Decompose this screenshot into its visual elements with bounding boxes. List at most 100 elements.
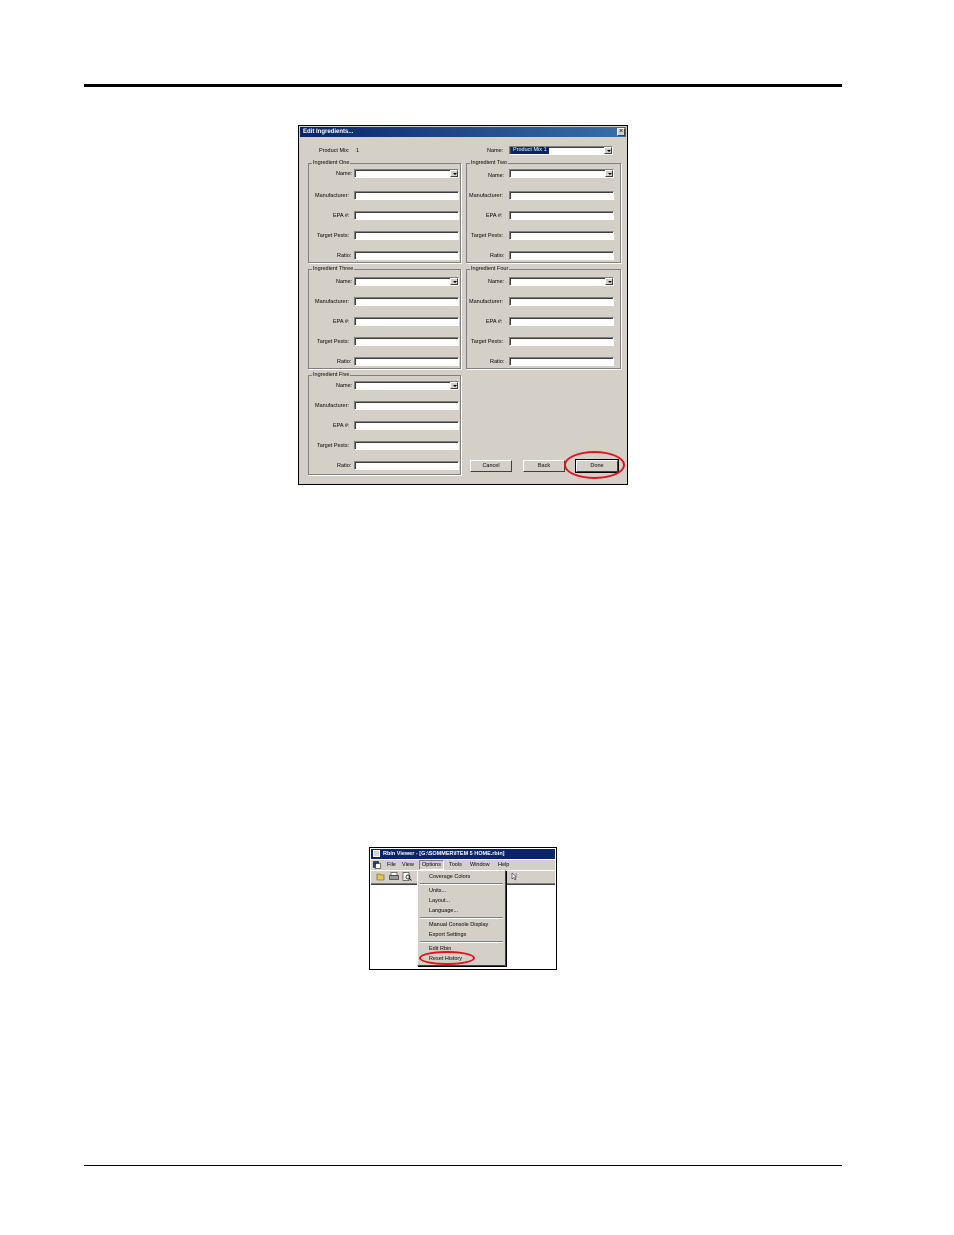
menu-window[interactable]: Window — [470, 860, 490, 870]
menu-view[interactable]: View — [402, 860, 414, 870]
menu-item-reset-history[interactable]: Reset History — [429, 955, 462, 963]
ingredient-one-target-pests-input[interactable] — [354, 231, 459, 240]
menu-item-layout[interactable]: Layout... — [429, 897, 450, 905]
chevron-down-icon[interactable] — [605, 278, 613, 285]
ingredient-three-target-pests-label: Target Pests: — [317, 339, 350, 345]
ingredient-two-epa-input[interactable] — [509, 211, 614, 220]
ingredient-five-manufacturer-label: Manufacturer: — [315, 403, 349, 409]
chevron-down-icon[interactable] — [450, 382, 458, 389]
cancel-button[interactable]: Cancel — [470, 460, 512, 472]
ingredient-five-target-pests-label: Target Pests: — [317, 443, 350, 449]
ingredient-three-legend: Ingredient Three — [312, 266, 355, 273]
menu-item-edit-rbin[interactable]: Edit Rbin — [429, 945, 451, 953]
dialog-titlebar: Edit Ingredients... × — [300, 127, 626, 137]
open-folder-icon[interactable] — [376, 872, 386, 881]
ingredient-two-name-label: Name: — [488, 173, 505, 179]
menu-tools[interactable]: Tools — [449, 860, 462, 870]
ingredient-two-legend: Ingredient Two — [470, 160, 508, 167]
ingredient-four-legend: Ingredient Four — [470, 266, 510, 273]
ingredient-five-ratio-input[interactable] — [354, 461, 459, 470]
ingredient-four-name-combo[interactable] — [509, 277, 614, 286]
ingredient-five-target-pests-input[interactable] — [354, 441, 459, 450]
print-icon[interactable] — [389, 872, 399, 881]
chevron-down-icon[interactable] — [450, 170, 458, 177]
ingredient-two-ratio-label: Ratio: — [490, 253, 505, 259]
ingredient-one-group: Ingredient One Name: Manufacturer: EPA #… — [308, 160, 461, 263]
document-icon — [373, 861, 381, 869]
ingredient-two-epa-label: EPA #: — [486, 213, 503, 219]
help-pointer-icon[interactable]: ? — [509, 872, 519, 881]
product-mix-name-value: Product Mix 1 — [511, 147, 549, 154]
ingredient-two-target-pests-input[interactable] — [509, 231, 614, 240]
menu-file[interactable]: File — [387, 860, 396, 870]
menu-item-coverage-colors[interactable]: Coverage Colors — [429, 873, 470, 881]
print-preview-icon[interactable] — [402, 872, 412, 881]
ingredient-three-epa-input[interactable] — [354, 317, 459, 326]
ingredient-five-legend: Ingredient Five — [312, 372, 351, 379]
ingredient-two-name-combo[interactable] — [509, 169, 614, 178]
menu-separator — [420, 917, 503, 919]
ingredient-three-manufacturer-input[interactable] — [354, 297, 459, 306]
product-mix-name-label: Name: — [487, 148, 504, 154]
ingredient-one-ratio-input[interactable] — [354, 251, 459, 260]
ingredient-one-name-label: Name: — [336, 171, 353, 177]
ingredient-three-name-combo[interactable] — [354, 277, 459, 286]
ingredient-one-name-combo[interactable] — [354, 169, 459, 178]
done-button[interactable]: Done — [575, 459, 619, 473]
menu-item-manual-console-display[interactable]: Manual Console Display — [429, 921, 488, 929]
ingredient-four-group: Ingredient Four Name: Manufacturer: EPA … — [466, 266, 621, 369]
menu-item-units[interactable]: Units... — [429, 887, 446, 895]
ingredient-four-target-pests-input[interactable] — [509, 337, 614, 346]
product-mix-label: Product Mix: — [319, 148, 350, 154]
ingredient-five-name-combo[interactable] — [354, 381, 459, 390]
product-mix-value: 1 — [356, 148, 360, 154]
menu-help[interactable]: Help — [498, 860, 509, 870]
ingredient-one-manufacturer-label: Manufacturer: — [315, 193, 349, 199]
options-dropdown-menu: Coverage Colors Units... Layout... Langu… — [417, 870, 506, 966]
close-icon[interactable]: × — [617, 128, 625, 136]
ingredient-five-name-label: Name: — [336, 383, 353, 389]
menu-separator — [420, 941, 503, 943]
ingredient-one-epa-input[interactable] — [354, 211, 459, 220]
ingredient-four-name-label: Name: — [488, 279, 505, 285]
viewer-titlebar: Rbin Viewer - [G:\SOMMER\ITEM 5 HOME.rbi… — [371, 849, 555, 859]
ingredient-three-target-pests-input[interactable] — [354, 337, 459, 346]
edit-ingredients-dialog: Edit Ingredients... × Product Mix: 1 Nam… — [298, 125, 628, 485]
ingredient-four-ratio-input[interactable] — [509, 357, 614, 366]
product-mix-name-combo[interactable]: Product Mix 1 — [509, 146, 613, 155]
ingredient-three-name-label: Name: — [336, 279, 353, 285]
page-top-rule — [84, 84, 842, 87]
ingredient-five-epa-input[interactable] — [354, 421, 459, 430]
menu-options[interactable]: Options — [419, 860, 444, 870]
menu-item-export-settings[interactable]: Export Settings — [429, 931, 466, 939]
app-icon — [373, 850, 380, 857]
ingredient-two-ratio-input[interactable] — [509, 251, 614, 260]
ingredient-two-group: Ingredient Two Name: Manufacturer: EPA #… — [466, 160, 621, 263]
ingredient-three-manufacturer-label: Manufacturer: — [315, 299, 349, 305]
ingredient-five-manufacturer-input[interactable] — [354, 401, 459, 410]
back-button[interactable]: Back — [523, 460, 565, 472]
ingredient-one-manufacturer-input[interactable] — [354, 191, 459, 200]
ingredient-five-ratio-label: Ratio: — [337, 463, 352, 469]
menu-separator — [420, 883, 503, 885]
ingredient-four-ratio-label: Ratio: — [490, 359, 505, 365]
page-bottom-rule — [84, 1165, 842, 1166]
viewer-menubar: File View Options Tools Window Help — [371, 860, 555, 870]
ingredient-three-group: Ingredient Three Name: Manufacturer: EPA… — [308, 266, 461, 369]
ingredient-four-manufacturer-label: Manufacturer: — [469, 299, 503, 305]
viewer-title: Rbin Viewer - [G:\SOMMER\ITEM 5 HOME.rbi… — [383, 851, 505, 857]
svg-text:?: ? — [515, 872, 518, 877]
ingredient-five-epa-label: EPA #: — [333, 423, 350, 429]
ingredient-one-target-pests-label: Target Pests: — [317, 233, 350, 239]
ingredient-four-target-pests-label: Target Pests: — [471, 339, 504, 345]
menu-item-language[interactable]: Language... — [429, 907, 458, 915]
chevron-down-icon[interactable] — [604, 147, 612, 154]
chevron-down-icon[interactable] — [450, 278, 458, 285]
chevron-down-icon[interactable] — [605, 170, 613, 177]
ingredient-three-ratio-input[interactable] — [354, 357, 459, 366]
dialog-title: Edit Ingredients... — [303, 129, 354, 135]
ingredient-two-manufacturer-input[interactable] — [509, 191, 614, 200]
ingredient-four-epa-input[interactable] — [509, 317, 614, 326]
ingredient-four-manufacturer-input[interactable] — [509, 297, 614, 306]
ingredient-one-ratio-label: Ratio: — [337, 253, 352, 259]
